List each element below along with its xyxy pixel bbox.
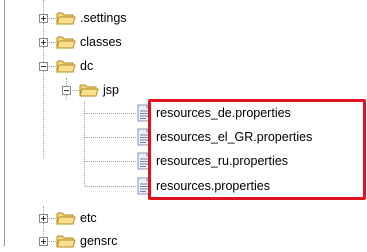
folder-icon [56, 10, 76, 26]
folder-icon [56, 233, 76, 249]
expand-plus-icon[interactable] [39, 38, 48, 47]
tree-connector [85, 186, 136, 187]
tree-item-label: classes [80, 35, 122, 49]
tree-item-jsp[interactable]: jsp [79, 79, 119, 101]
expand-plus-icon[interactable] [39, 14, 48, 23]
tree-connector [85, 113, 136, 114]
folder-open-icon [79, 82, 99, 98]
tree-item-etc[interactable]: etc [56, 207, 97, 229]
tree-connector [43, 0, 44, 158]
tree-item-label: gensrc [80, 234, 118, 248]
collapse-minus-icon[interactable] [62, 86, 71, 95]
expand-plus-icon[interactable] [39, 237, 48, 246]
tree-connector [85, 137, 136, 138]
collapse-minus-icon[interactable] [39, 62, 48, 71]
tree-item-label: jsp [103, 83, 119, 97]
tree-item-settings[interactable]: .settings [56, 7, 127, 29]
highlight-box [148, 99, 366, 200]
project-tree: .settings classes dc jsp resources_de.pr… [0, 0, 367, 248]
folder-open-icon [56, 58, 76, 74]
expand-plus-icon[interactable] [39, 214, 48, 223]
tree-item-gensrc[interactable]: gensrc [56, 230, 118, 252]
tree-left-border [4, 0, 5, 246]
folder-icon [56, 210, 76, 226]
tree-item-dc[interactable]: dc [56, 55, 93, 77]
folder-icon [56, 34, 76, 50]
tree-item-classes[interactable]: classes [56, 31, 122, 53]
tree-connector [85, 161, 136, 162]
tree-item-label: etc [80, 211, 97, 225]
tree-item-label: .settings [80, 11, 127, 25]
tree-item-label: dc [80, 59, 94, 73]
